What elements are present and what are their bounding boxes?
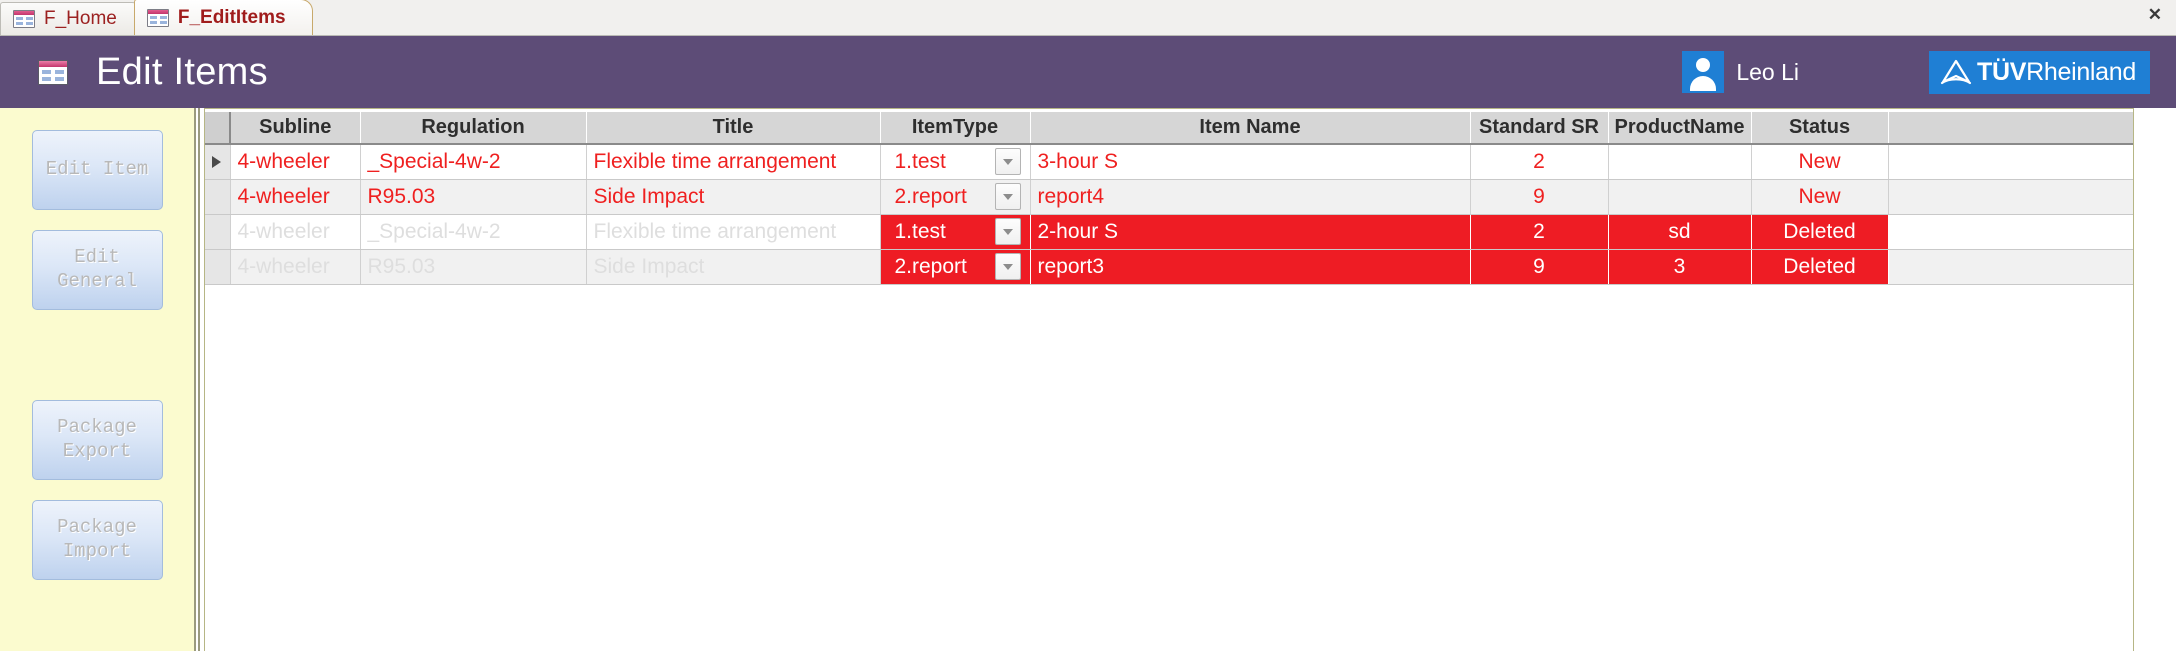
cell-standard-sr[interactable]: 9 bbox=[1470, 249, 1609, 285]
tuv-rheinland-logo: TÜVRheinland bbox=[1929, 50, 2150, 94]
items-datasheet: Subline Regulation Title ItemType Item N… bbox=[204, 112, 2134, 285]
cell-standard-sr[interactable]: 2 bbox=[1470, 144, 1609, 180]
cell-item-name[interactable]: report3 bbox=[1030, 249, 1471, 285]
tab-strip: F_Home F_EditItems ✕ bbox=[0, 0, 2176, 36]
header-row: Subline Regulation Title ItemType Item N… bbox=[204, 112, 2134, 145]
edit-item-button[interactable]: Edit Item bbox=[31, 130, 163, 210]
datasheet-area: Subline Regulation Title ItemType Item N… bbox=[196, 108, 2176, 651]
cell-subline[interactable]: 4-wheeler bbox=[230, 214, 361, 250]
logo-bold-text: TÜV bbox=[1977, 57, 2027, 86]
column-header-standard-sr[interactable]: Standard SR bbox=[1470, 112, 1609, 145]
record-selector[interactable] bbox=[204, 179, 231, 215]
tab-label: F_Home bbox=[44, 8, 117, 29]
tab-label: F_EditItems bbox=[177, 6, 286, 28]
close-icon[interactable]: ✕ bbox=[2148, 6, 2162, 23]
cell-status[interactable]: Deleted bbox=[1751, 214, 1889, 250]
cell-productname[interactable] bbox=[1608, 144, 1752, 180]
column-header-productname[interactable]: ProductName bbox=[1608, 112, 1752, 145]
cell-subline[interactable]: 4-wheeler bbox=[230, 144, 361, 180]
user-name-label: Leo Li bbox=[1736, 58, 1799, 85]
cell-itemtype[interactable]: 1.test bbox=[880, 144, 1031, 180]
chevron-down-icon[interactable] bbox=[994, 148, 1021, 176]
itemtype-value: 2.report bbox=[894, 255, 967, 278]
header-right-cluster: Leo Li TÜVRheinland bbox=[1682, 50, 2176, 94]
cell-item-name[interactable]: 3-hour S bbox=[1030, 144, 1471, 180]
cell-regulation[interactable]: R95.03 bbox=[360, 179, 587, 215]
user-account[interactable]: Leo Li bbox=[1682, 51, 1799, 93]
cell-standard-sr[interactable]: 2 bbox=[1470, 214, 1609, 250]
cell-subline[interactable]: 4-wheeler bbox=[230, 249, 361, 285]
cell-filler bbox=[1888, 179, 2134, 215]
table-row[interactable]: 4-wheeler R95.03 Side Impact 2.report re… bbox=[204, 179, 2134, 215]
column-header-regulation[interactable]: Regulation bbox=[360, 112, 587, 145]
package-export-button[interactable]: Package Export bbox=[31, 400, 163, 480]
column-header-status[interactable]: Status bbox=[1751, 112, 1889, 145]
cell-title[interactable]: Flexible time arrangement bbox=[586, 144, 881, 180]
column-header-item-name[interactable]: Item Name bbox=[1030, 112, 1471, 145]
cell-filler bbox=[1888, 249, 2134, 285]
cell-title[interactable]: Side Impact bbox=[586, 249, 881, 285]
column-header-subline[interactable]: Subline bbox=[230, 112, 361, 145]
tuv-triangle-icon bbox=[1939, 58, 1973, 86]
cell-status[interactable]: New bbox=[1751, 144, 1889, 180]
chevron-down-icon[interactable] bbox=[994, 183, 1021, 210]
itemtype-value: 1.test bbox=[894, 220, 946, 243]
record-selector-arrow bbox=[212, 155, 222, 168]
itemtype-value: 2.report bbox=[894, 185, 967, 208]
package-import-button[interactable]: Package Import bbox=[31, 500, 163, 580]
record-selector[interactable] bbox=[204, 214, 231, 250]
select-all-header[interactable] bbox=[204, 112, 231, 145]
record-selector[interactable] bbox=[204, 144, 231, 180]
page-header: Edit Items Leo Li TÜVRheinland bbox=[0, 36, 2176, 108]
cell-subline[interactable]: 4-wheeler bbox=[230, 179, 361, 215]
form-icon bbox=[38, 59, 68, 85]
cell-itemtype[interactable]: 2.report bbox=[880, 249, 1031, 285]
chevron-down-icon[interactable] bbox=[994, 218, 1021, 245]
cell-filler bbox=[1888, 214, 2134, 250]
table-row[interactable]: 4-wheeler R95.03 Side Impact 2.report re… bbox=[204, 249, 2134, 285]
sidebar: Edit Item Edit General Package Export Pa… bbox=[0, 108, 200, 651]
page-title: Edit Items bbox=[96, 50, 268, 93]
cell-standard-sr[interactable]: 9 bbox=[1470, 179, 1609, 215]
cell-productname[interactable]: sd bbox=[1608, 214, 1752, 250]
cell-status[interactable]: New bbox=[1751, 179, 1889, 215]
chevron-down-icon[interactable] bbox=[994, 253, 1021, 280]
itemtype-value: 1.test bbox=[894, 150, 946, 174]
column-header-filler bbox=[1888, 112, 2134, 145]
body-area: Edit Item Edit General Package Export Pa… bbox=[0, 108, 2176, 651]
cell-regulation[interactable]: _Special-4w-2 bbox=[360, 144, 587, 180]
tab-f-edititems[interactable]: F_EditItems bbox=[133, 0, 313, 35]
cell-regulation[interactable]: R95.03 bbox=[360, 249, 587, 285]
record-selector[interactable] bbox=[204, 249, 231, 285]
cell-title[interactable]: Side Impact bbox=[586, 179, 881, 215]
datasheet-body: 4-wheeler _Special-4w-2 Flexible time ar… bbox=[204, 144, 2134, 285]
tab-f-home[interactable]: F_Home bbox=[0, 2, 144, 35]
cell-status[interactable]: Deleted bbox=[1751, 249, 1889, 285]
cell-title[interactable]: Flexible time arrangement bbox=[586, 214, 881, 250]
column-header-title[interactable]: Title bbox=[586, 112, 881, 145]
table-row[interactable]: 4-wheeler _Special-4w-2 Flexible time ar… bbox=[204, 144, 2134, 180]
form-icon bbox=[146, 8, 169, 27]
cell-filler bbox=[1888, 144, 2134, 180]
cell-item-name[interactable]: 2-hour S bbox=[1030, 214, 1471, 250]
edit-general-button[interactable]: Edit General bbox=[31, 230, 163, 310]
cell-regulation[interactable]: _Special-4w-2 bbox=[360, 214, 587, 250]
table-row[interactable]: 4-wheeler _Special-4w-2 Flexible time ar… bbox=[204, 214, 2134, 250]
cell-productname[interactable]: 3 bbox=[1608, 249, 1752, 285]
cell-item-name[interactable]: report4 bbox=[1030, 179, 1471, 215]
cell-itemtype[interactable]: 1.test bbox=[880, 214, 1031, 250]
column-header-itemtype[interactable]: ItemType bbox=[880, 112, 1031, 145]
cell-itemtype[interactable]: 2.report bbox=[880, 179, 1031, 215]
logo-light-text: Rheinland bbox=[2026, 57, 2136, 86]
user-avatar-icon bbox=[1682, 51, 1725, 93]
cell-productname[interactable] bbox=[1608, 179, 1752, 215]
form-icon bbox=[13, 10, 35, 28]
